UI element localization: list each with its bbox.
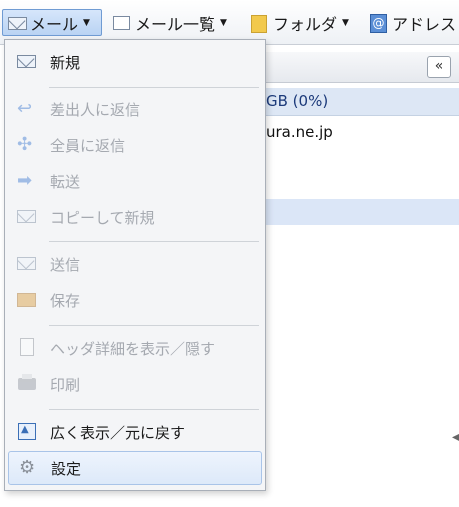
mail-menu-button[interactable]: メール ▼ [2, 9, 102, 36]
list-icon [112, 14, 132, 32]
copy-envelope-icon [16, 207, 38, 227]
reply-icon: ↩ [17, 98, 33, 119]
quota-text: GB (0%) [266, 92, 329, 110]
menu-item-new-label: 新規 [50, 53, 81, 72]
menu-item-save[interactable]: 保存 [8, 284, 262, 316]
menu-separator [49, 87, 259, 88]
menu-separator [49, 241, 259, 242]
menu-item-save-label: 保存 [50, 291, 81, 310]
save-icon [16, 290, 38, 310]
send-icon [16, 254, 38, 274]
menu-separator [49, 409, 259, 410]
menu-item-wide-view-label: 広く表示／元に戻す [50, 423, 186, 442]
menu-item-forward[interactable]: ➡ 転送 [8, 165, 262, 197]
document-icon [16, 338, 38, 358]
menu-item-reply-all[interactable]: ✣ 全員に返信 [8, 129, 262, 161]
envelope-icon [16, 52, 38, 72]
menu-item-copy-new-label: コピーして新規 [50, 208, 155, 227]
account-text: ura.ne.jp [266, 123, 333, 141]
menu-item-copy-new[interactable]: コピーして新規 [8, 201, 262, 233]
folder-button[interactable]: フォルダ ▼ [246, 9, 353, 36]
menu-item-header-detail-label: ヘッダ詳細を表示／隠す [50, 339, 216, 358]
mail-list-button[interactable]: メール一覧 ▼ [108, 9, 231, 36]
mail-dropdown-menu: 新規 ↩ 差出人に返信 ✣ 全員に返信 ➡ 転送 コピーして新規 送信 保存 ヘ… [4, 39, 266, 491]
chevron-left-icon[interactable]: ◀ [452, 432, 459, 444]
chevron-down-icon: ▼ [83, 17, 90, 28]
menu-item-reply-sender[interactable]: ↩ 差出人に返信 [8, 93, 262, 125]
chevron-down-icon: ▼ [220, 17, 227, 28]
menu-item-settings-label: 設定 [51, 459, 82, 478]
menu-item-new[interactable]: 新規 [8, 46, 262, 78]
menu-item-print[interactable]: 印刷 [8, 368, 262, 400]
menu-item-header-detail[interactable]: ヘッダ詳細を表示／隠す [8, 332, 262, 364]
menu-item-settings[interactable]: ⚙ 設定 [8, 451, 262, 485]
address-book-icon: @ [369, 13, 389, 33]
reply-all-icon: ✣ [17, 134, 33, 155]
folder-icon [250, 14, 270, 33]
envelope-icon [7, 14, 27, 32]
menu-item-send-label: 送信 [50, 255, 81, 274]
quota-row: GB (0%) [266, 88, 459, 116]
address-button[interactable]: @ アドレス [365, 9, 459, 36]
printer-icon [16, 374, 38, 394]
chevron-down-icon: ▼ [342, 17, 349, 28]
menu-separator [49, 325, 259, 326]
folder-label: フォルダ [273, 14, 338, 34]
mail-list-label: メール一覧 [135, 14, 216, 34]
address-label: アドレス [392, 14, 457, 34]
mail-menu-label: メール [30, 14, 79, 34]
collapse-button[interactable]: « [427, 56, 451, 78]
forward-icon: ➡ [17, 170, 33, 191]
menu-item-forward-label: 転送 [50, 172, 81, 191]
gear-icon: ⚙ [19, 457, 36, 478]
menu-item-print-label: 印刷 [50, 375, 81, 394]
selected-folder-row[interactable] [266, 199, 459, 225]
expand-icon [16, 422, 38, 442]
menu-item-wide-view[interactable]: 広く表示／元に戻す [8, 416, 262, 448]
menu-item-reply-sender-label: 差出人に返信 [50, 100, 141, 119]
menu-item-reply-all-label: 全員に返信 [50, 136, 126, 155]
menu-item-send[interactable]: 送信 [8, 248, 262, 280]
account-row[interactable]: ura.ne.jp [266, 120, 459, 144]
